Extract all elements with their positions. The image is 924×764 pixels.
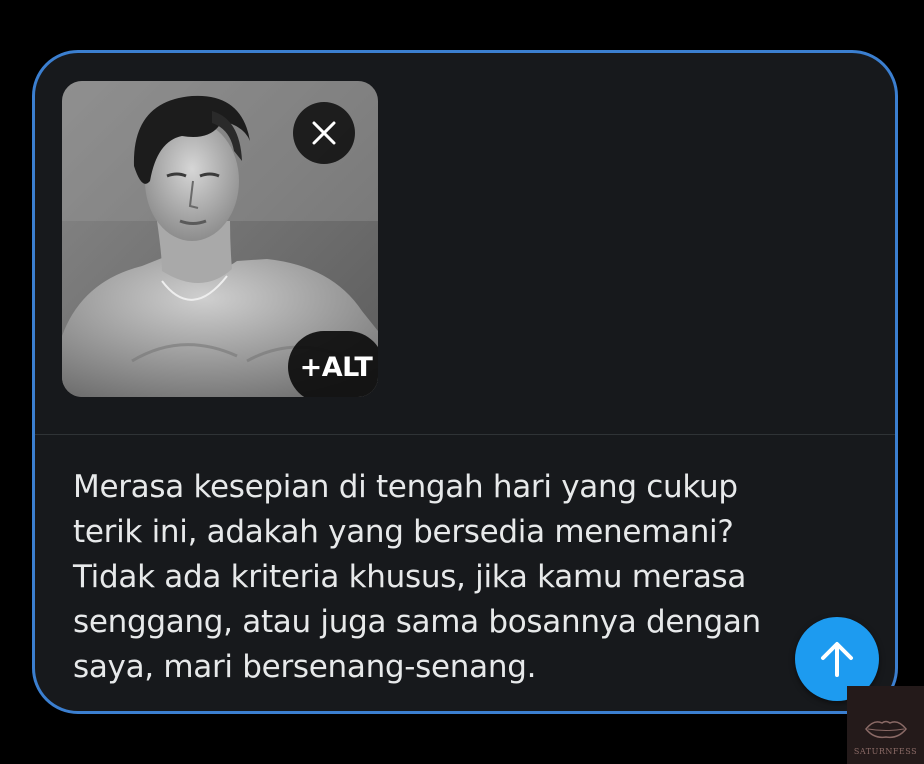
post-text[interactable]: Merasa kesepian di tengah hari yang cuku… <box>73 465 773 690</box>
divider <box>35 434 895 435</box>
watermark-text: SATURNFESS <box>853 747 918 756</box>
watermark: SATURNFESS <box>847 686 924 764</box>
close-icon <box>312 121 336 145</box>
arrow-up-icon <box>821 642 853 677</box>
compose-card: +ALT Merasa kesepian di tengah hari yang… <box>32 50 898 714</box>
add-alt-text-button[interactable]: +ALT <box>288 331 378 397</box>
lips-logo-icon <box>864 720 907 739</box>
media-area: +ALT <box>35 53 895 435</box>
remove-media-button[interactable] <box>293 102 355 164</box>
